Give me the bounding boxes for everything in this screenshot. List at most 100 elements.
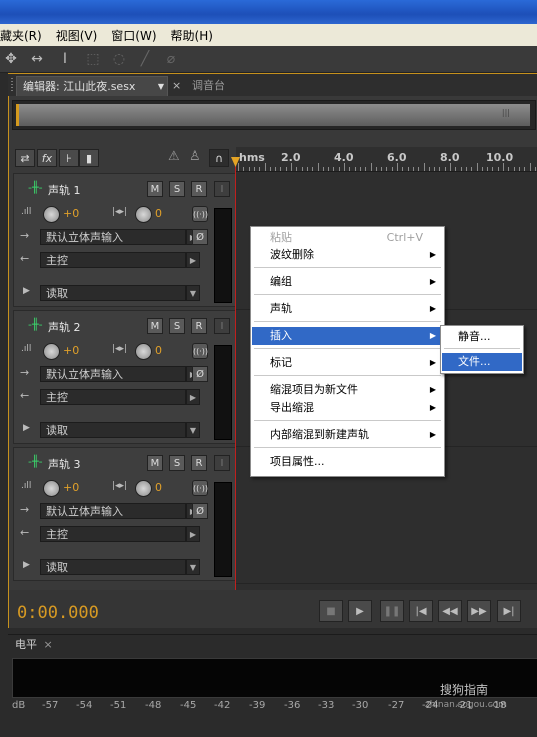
show-io-icon[interactable]: ⇄	[15, 149, 35, 167]
expand-triangle-icon[interactable]: ▶	[23, 286, 30, 296]
pan-knob[interactable]	[135, 480, 152, 497]
menu-item-mixdown-new-file[interactable]: 缩混项目为新文件 ▶	[252, 381, 443, 399]
stop-button[interactable]: ■	[319, 600, 343, 622]
record-arm-button[interactable]: R	[191, 318, 207, 334]
tab-dropdown-icon[interactable]: ▼	[158, 77, 164, 97]
brush-tool-icon[interactable]: ╱	[136, 50, 154, 68]
effects-icon[interactable]: fx	[37, 149, 57, 167]
track-input-select[interactable]: 默认立体声输入	[40, 229, 186, 245]
automation-dropdown-icon[interactable]: ▼	[186, 422, 200, 438]
phase-invert-icon[interactable]: Ø	[192, 503, 208, 519]
solo-button[interactable]: S	[169, 318, 185, 334]
menu-item-insert[interactable]: 插入 ▶	[252, 327, 443, 345]
mute-button[interactable]: M	[147, 455, 163, 471]
spot-healing-tool-icon[interactable]: ⌀	[162, 50, 180, 68]
tab-editor[interactable]: 编辑器: 江山此夜.sesx ▼	[16, 76, 168, 96]
output-select-arrow-icon[interactable]: ▶	[186, 526, 200, 542]
time-display[interactable]: 0:00.000	[17, 603, 99, 623]
fast-forward-button[interactable]: ▶▶	[467, 600, 491, 622]
volume-knob[interactable]	[43, 480, 60, 497]
move-tool-icon[interactable]: ✥	[2, 50, 20, 68]
automation-dropdown-icon[interactable]: ▼	[186, 559, 200, 575]
go-to-start-button[interactable]: |◀	[409, 600, 433, 622]
pan-value[interactable]: 0	[155, 344, 162, 357]
timeline-ruler[interactable]: hms 2.0 4.0 6.0 8.0 10.0	[236, 147, 537, 172]
pause-button[interactable]: ❚❚	[380, 600, 404, 622]
sends-icon[interactable]: ⊦	[59, 149, 79, 167]
slip-tool-icon[interactable]: ↔	[28, 50, 46, 68]
automation-mode-select[interactable]: 读取	[40, 285, 186, 301]
automation-mode-select[interactable]: 读取	[40, 559, 186, 575]
input-monitor-button[interactable]: I	[214, 455, 230, 471]
headphones-icon[interactable]: ∩	[209, 149, 229, 167]
pan-knob[interactable]	[135, 343, 152, 360]
submenu-item-silence[interactable]: 静音...	[442, 328, 522, 346]
automation-dropdown-icon[interactable]: ▼	[186, 285, 200, 301]
track-name[interactable]: 声轨 2	[48, 319, 81, 335]
go-to-end-button[interactable]: ▶|	[497, 600, 521, 622]
stereo-icon[interactable]: ((·))	[192, 480, 208, 496]
submenu-item-file[interactable]: 文件...	[442, 353, 522, 371]
lasso-tool-icon[interactable]: ◌	[110, 50, 128, 68]
menu-item-export-mixdown[interactable]: 导出缩混 ▶	[252, 399, 443, 417]
time-selection-tool-icon[interactable]: I	[56, 50, 74, 68]
pan-value[interactable]: 0	[155, 481, 162, 494]
menu-item-paste[interactable]: 粘贴 Ctrl+V	[252, 229, 443, 247]
automation-mode-select[interactable]: 读取	[40, 422, 186, 438]
menu-item-track[interactable]: 声轨 ▶	[252, 300, 443, 318]
volume-value[interactable]: +0	[63, 344, 79, 357]
menu-item-marker[interactable]: 标记 ▶	[252, 354, 443, 372]
menu-item-properties[interactable]: 项目属性...	[252, 453, 443, 471]
track-input-select[interactable]: 默认立体声输入	[40, 503, 186, 519]
eq-icon[interactable]: ▮	[79, 149, 99, 167]
tab-close-icon[interactable]: ×	[44, 638, 53, 651]
play-button[interactable]: ▶	[348, 600, 372, 622]
stereo-icon[interactable]: ((·))	[192, 343, 208, 359]
output-select-arrow-icon[interactable]: ▶	[186, 389, 200, 405]
playhead[interactable]	[235, 162, 236, 590]
expand-triangle-icon[interactable]: ▶	[23, 560, 30, 570]
volume-knob[interactable]	[43, 343, 60, 360]
tab-levels[interactable]: 电平 ×	[15, 636, 53, 652]
volume-knob[interactable]	[43, 206, 60, 223]
zoom-navigator-bar[interactable]: |||	[16, 104, 530, 126]
track-name[interactable]: 声轨 1	[48, 182, 81, 198]
pan-value[interactable]: 0	[155, 207, 162, 220]
track-output-select[interactable]: 主控	[40, 389, 186, 405]
rewind-button[interactable]: ◀◀	[438, 600, 462, 622]
stereo-icon[interactable]: ((·))	[192, 206, 208, 222]
track-output-select[interactable]: 主控	[40, 526, 186, 542]
tab-close-icon[interactable]: ×	[166, 76, 187, 96]
phase-invert-icon[interactable]: Ø	[192, 366, 208, 382]
ruler-tick	[529, 163, 531, 171]
track-name[interactable]: 声轨 3	[48, 456, 81, 472]
panel-grip[interactable]	[11, 78, 13, 92]
tab-mixer[interactable]: 调音台	[186, 76, 231, 96]
solo-button[interactable]: S	[169, 455, 185, 471]
menu-view[interactable]: 视图(V)	[49, 27, 105, 44]
mute-button[interactable]: M	[147, 181, 163, 197]
solo-button[interactable]: S	[169, 181, 185, 197]
volume-value[interactable]: +0	[63, 481, 79, 494]
track-output-select[interactable]: 主控	[40, 252, 186, 268]
menu-item-group[interactable]: 编组 ▶	[252, 273, 443, 291]
menu-help[interactable]: 帮助(H)	[164, 27, 220, 44]
pan-knob[interactable]	[135, 206, 152, 223]
expand-triangle-icon[interactable]: ▶	[23, 423, 30, 433]
menu-window[interactable]: 窗口(W)	[104, 27, 163, 44]
menu-item-bounce-new-track[interactable]: 内部缩混到新建声轨 ▶	[252, 426, 443, 444]
marquee-tool-icon[interactable]: ⬚	[84, 50, 102, 68]
track-input-select[interactable]: 默认立体声输入	[40, 366, 186, 382]
mute-button[interactable]: M	[147, 318, 163, 334]
input-monitor-button[interactable]: I	[214, 318, 230, 334]
monitor-icon[interactable]: ♙	[189, 149, 201, 164]
metronome-icon[interactable]: ⚠	[168, 149, 180, 164]
volume-value[interactable]: +0	[63, 207, 79, 220]
record-arm-button[interactable]: R	[191, 455, 207, 471]
menu-favorites[interactable]: 藏夹(R)	[0, 27, 49, 44]
record-arm-button[interactable]: R	[191, 181, 207, 197]
input-monitor-button[interactable]: I	[214, 181, 230, 197]
phase-invert-icon[interactable]: Ø	[192, 229, 208, 245]
menu-item-ripple-delete[interactable]: 波纹删除 ▶	[252, 246, 443, 264]
output-select-arrow-icon[interactable]: ▶	[186, 252, 200, 268]
